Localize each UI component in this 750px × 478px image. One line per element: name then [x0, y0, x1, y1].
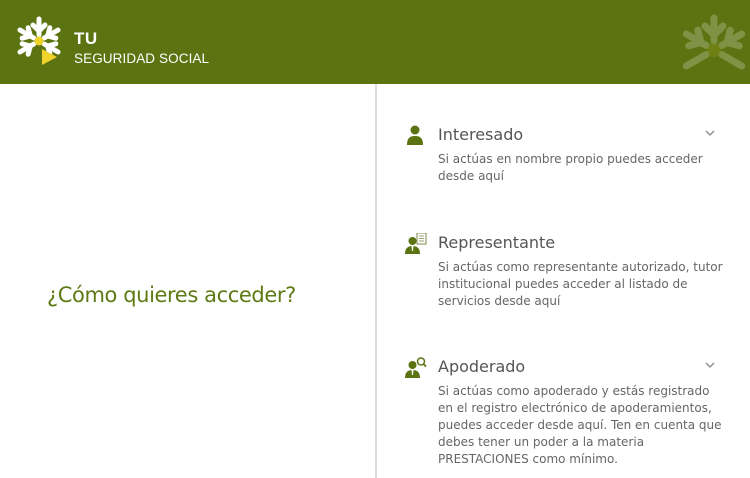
option-description: Si actúas como representante autorizado,…: [438, 260, 723, 308]
person-icon: [407, 125, 423, 145]
brand-text: TU SEGURIDAD SOCIAL: [74, 30, 209, 66]
snowflake-logo-icon[interactable]: [12, 14, 66, 68]
option-apoderado[interactable]: Apoderado Si actúas como apoderado y est…: [405, 357, 735, 467]
person-document-icon: [405, 233, 427, 254]
chevron-down-icon[interactable]: [704, 359, 716, 371]
person-search-icon: [405, 357, 427, 378]
option-description: Si actúas en nombre propio puedes accede…: [438, 152, 703, 183]
page-title: ¿Cómo quieres acceder?: [47, 283, 296, 307]
vertical-divider: [375, 84, 377, 478]
brand-line2: SEGURIDAD SOCIAL: [74, 51, 210, 66]
option-title: Interesado: [438, 125, 524, 144]
option-title: Representante: [438, 233, 556, 252]
option-description: Si actúas como apoderado y estás registr…: [438, 384, 722, 466]
brand-line1: TU: [74, 29, 98, 48]
chevron-down-icon[interactable]: [704, 127, 716, 139]
snowflake-watermark-icon: [682, 14, 746, 70]
option-interesado[interactable]: Interesado Si actúas en nombre propio pu…: [405, 125, 735, 185]
header: TU SEGURIDAD SOCIAL: [0, 0, 750, 84]
option-representante[interactable]: Representante Si actúas como representan…: [405, 233, 735, 313]
option-title: Apoderado: [438, 357, 526, 376]
